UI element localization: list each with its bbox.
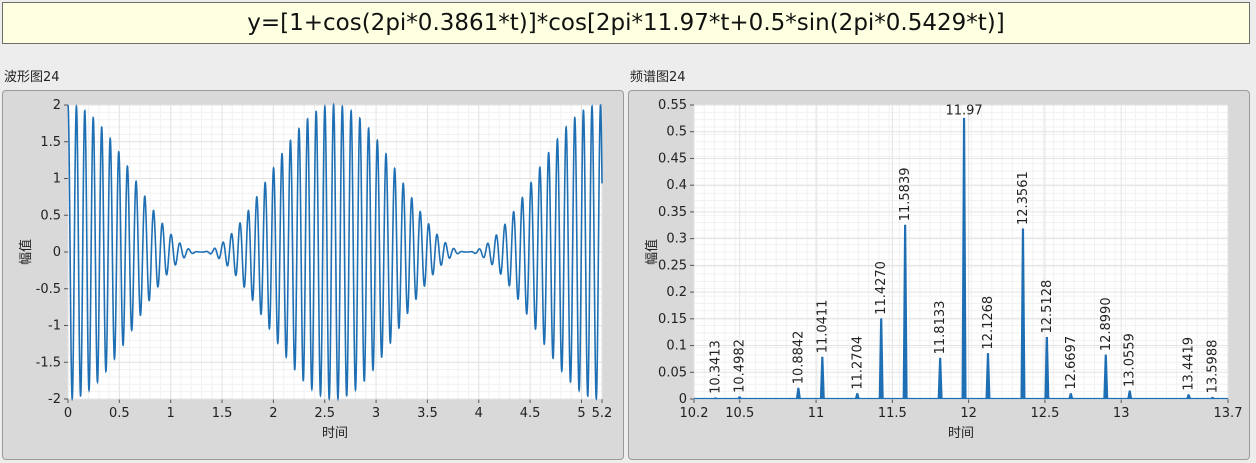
y-tick-label: 0	[53, 245, 61, 260]
waveform-panel: 0 0.5 1 1.5 2 2.5 3 3.5 4 4.5 5 5.2 2 1.5 1 0.5 0 -0.5 -1 -…	[2, 90, 624, 460]
formula-display: y=[1+cos(2pi*0.3861*t)]*cos[2pi*11.97*t+…	[2, 2, 1250, 44]
y-tick-label: 0.2	[666, 285, 687, 300]
y-tick-label: -1	[48, 319, 61, 334]
spectrum-chart-label: 频谱图24	[630, 70, 686, 85]
y-tick-label: 0.5	[40, 208, 61, 223]
spectrum-panel: 10.2 10.5 11 11.5 12 12.5 13 13.7 0.55 0.5 0.45 0.4…	[628, 90, 1250, 460]
peak-label: 10.3413	[709, 340, 724, 394]
y-tick-label: -1.5	[36, 355, 61, 370]
peak-label: 11.0411	[815, 300, 830, 354]
y-tick-label: 0.1	[666, 339, 687, 354]
peak-label: 12.1268	[981, 296, 996, 350]
y-axis-label: 幅值	[18, 239, 34, 265]
y-axis-label: 幅值	[644, 239, 660, 265]
spectrum-peak	[737, 396, 742, 400]
y-tick-label: 0.45	[658, 151, 687, 166]
spectrum-peak	[1210, 396, 1215, 400]
y-tick-label: 1	[53, 172, 61, 187]
x-tick-label: 2.5	[314, 406, 335, 421]
y-tick-label: 0.5	[666, 125, 687, 140]
peak-label: 11.5839	[898, 168, 913, 222]
y-tick-label: 0	[679, 392, 687, 407]
x-tick-label: 13	[1113, 406, 1130, 421]
y-tick-label: 0.55	[658, 98, 687, 113]
y-tick-label: 0.05	[658, 365, 687, 380]
spectrum-peak	[713, 397, 718, 400]
x-tick-label: 2	[269, 406, 277, 421]
x-tick-label: 1	[167, 406, 175, 421]
peak-label: 10.8842	[791, 331, 806, 385]
x-tick-label: 3	[372, 406, 380, 421]
peak-label: 13.0559	[1123, 333, 1138, 387]
x-tick-label: 4	[475, 406, 483, 421]
peak-label: 12.8990	[1099, 297, 1114, 351]
peak-label: 11.2704	[850, 336, 865, 390]
x-tick-label: 10.5	[725, 406, 754, 421]
peak-label: 11.8133	[933, 301, 948, 355]
peak-label: 13.5988	[1206, 340, 1221, 394]
peak-label: 11.97	[945, 103, 982, 118]
waveform-chart: 0 0.5 1 1.5 2 2.5 3 3.5 4 4.5 5 5.2 2 1.5 1 0.5 0 -0.5 -1 -…	[18, 98, 613, 441]
peak-label: 12.6697	[1064, 336, 1079, 390]
y-tick-label: 1.5	[40, 135, 61, 150]
peak-label: 11.4270	[874, 261, 889, 315]
x-tick-label: 0	[64, 406, 72, 421]
y-tick-label: 0.15	[658, 312, 687, 327]
y-tick-label: 0.4	[666, 178, 687, 193]
y-tick-label: 0.25	[658, 258, 687, 273]
x-tick-label: 1.5	[212, 406, 233, 421]
x-axis-label: 时间	[948, 426, 974, 441]
spectrum-chart: 10.2 10.5 11 11.5 12 12.5 13 13.7 0.55 0.5 0.45 0.4…	[644, 98, 1243, 441]
x-tick-label: 13.7	[1214, 406, 1243, 421]
y-tick-label: -0.5	[36, 282, 61, 297]
x-tick-label: 4.5	[520, 406, 541, 421]
x-tick-label: 12.5	[1030, 406, 1059, 421]
y-tick-label: 0.35	[658, 205, 687, 220]
peak-label: 13.4419	[1182, 337, 1197, 391]
y-tick-label: 2	[53, 98, 61, 113]
x-tick-label: 11	[808, 406, 825, 421]
peak-label: 12.5128	[1040, 280, 1055, 334]
x-axis-label: 时间	[322, 426, 348, 441]
x-tick-label: 5.2	[592, 406, 613, 421]
x-tick-label: 12	[960, 406, 977, 421]
x-tick-label: 0.5	[109, 406, 130, 421]
waveform-chart-label: 波形图24	[4, 70, 60, 85]
x-tick-label: 3.5	[417, 406, 438, 421]
y-tick-label: -2	[48, 392, 61, 407]
peak-label: 12.3561	[1016, 171, 1031, 225]
y-tick-label: 0.3	[666, 232, 687, 247]
x-tick-label: 10.2	[680, 406, 709, 421]
x-tick-label: 11.5	[878, 406, 907, 421]
peak-label: 10.4982	[732, 339, 747, 393]
x-tick-label: 5	[577, 406, 585, 421]
